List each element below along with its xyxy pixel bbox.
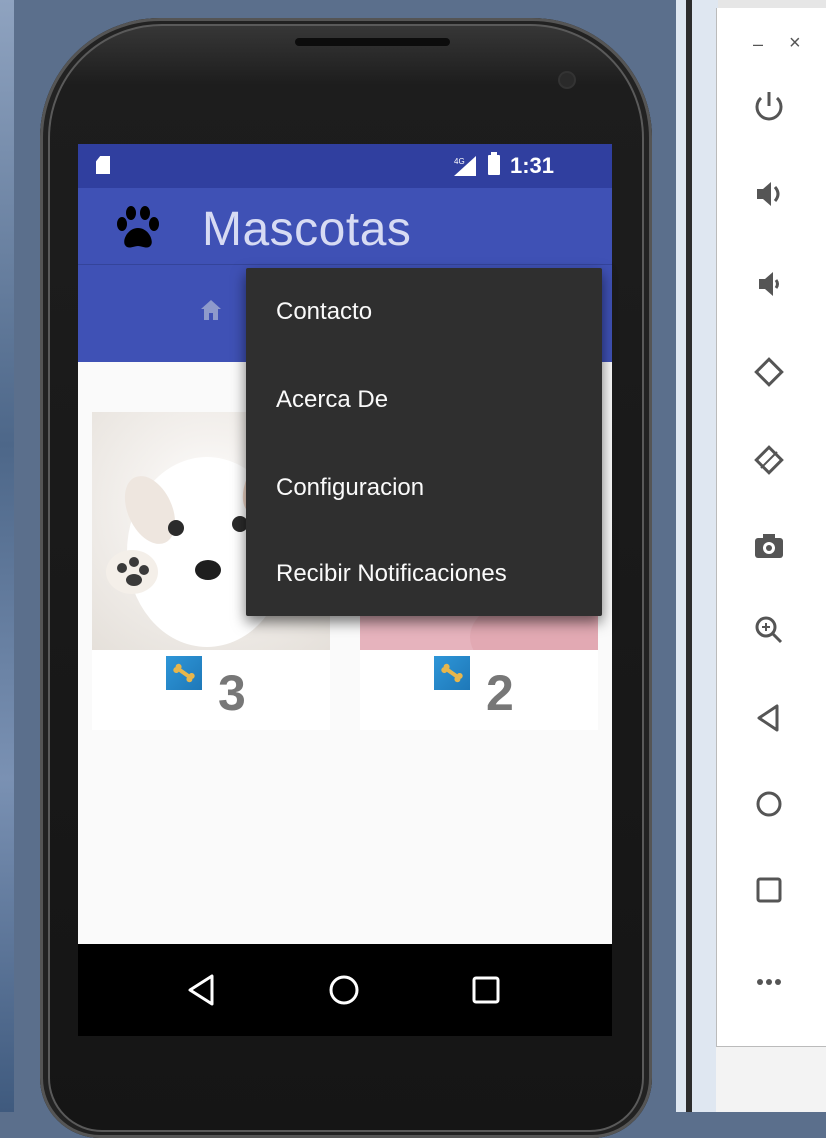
desktop-background-bottom — [716, 1046, 826, 1112]
volume-down-icon[interactable] — [749, 264, 789, 304]
bone-icon[interactable] — [434, 656, 470, 690]
app-title: Mascotas — [202, 203, 412, 256]
status-time: 1:31 — [510, 153, 555, 178]
desktop-window-edge — [676, 0, 718, 1112]
home-button-icon[interactable] — [324, 970, 364, 1010]
overview-icon[interactable] — [466, 970, 506, 1010]
back-icon[interactable] — [182, 970, 222, 1010]
volume-up-icon[interactable] — [749, 174, 789, 214]
signal-icon: 4G — [454, 156, 476, 176]
like-count: 3 — [218, 665, 246, 721]
more-icon[interactable] — [749, 962, 789, 1002]
close-button[interactable]: × — [789, 32, 801, 55]
camera-icon[interactable] — [749, 526, 789, 566]
power-icon[interactable] — [749, 86, 789, 126]
menu-item-acerca-de[interactable]: Acerca De — [276, 386, 388, 414]
zoom-icon[interactable] — [749, 610, 789, 650]
back-icon[interactable] — [749, 698, 789, 738]
phone-speaker — [295, 38, 450, 46]
phone-camera — [560, 73, 574, 87]
rotate-left-icon[interactable] — [749, 352, 789, 392]
navigation-bar — [78, 944, 612, 1036]
home-icon[interactable] — [200, 299, 222, 321]
status-bar: 4G 1:31 — [78, 144, 612, 188]
battery-icon — [488, 152, 500, 175]
menu-item-contacto[interactable]: Contacto — [276, 298, 372, 326]
menu-item-configuracion[interactable]: Configuracion — [276, 474, 424, 502]
bone-icon[interactable] — [166, 656, 202, 690]
app-toolbar: Mascotas — [78, 188, 612, 264]
overflow-menu: Contacto Acerca De Configuracion Recibir… — [246, 268, 602, 616]
rotate-right-icon[interactable] — [749, 440, 789, 480]
desktop-background — [0, 0, 14, 1112]
paw-icon — [117, 206, 159, 248]
overview-icon[interactable] — [749, 870, 789, 910]
svg-text:4G: 4G — [454, 157, 465, 166]
minimize-button[interactable]: – — [753, 34, 763, 55]
sd-card-icon — [96, 156, 110, 174]
home-icon[interactable] — [749, 784, 789, 824]
like-count: 2 — [486, 665, 514, 721]
emulator-toolbar: – × — [716, 8, 826, 1047]
menu-item-recibir-notificaciones[interactable]: Recibir Notificaciones — [276, 560, 507, 588]
